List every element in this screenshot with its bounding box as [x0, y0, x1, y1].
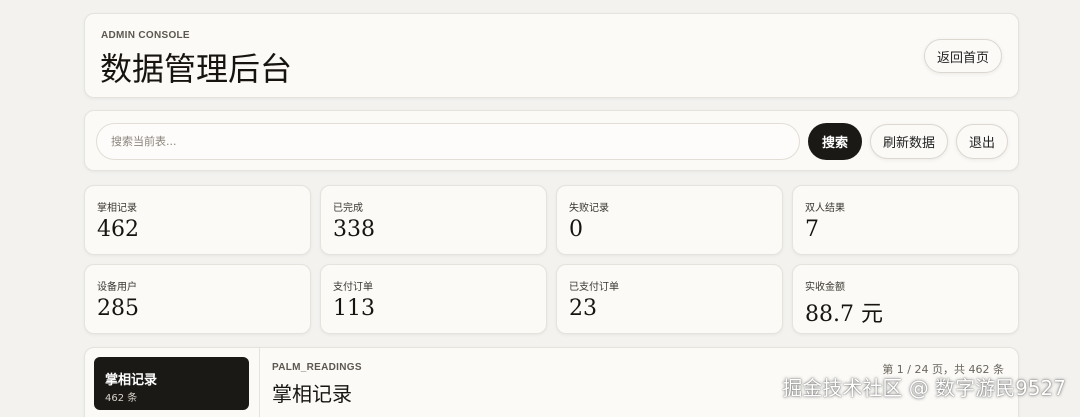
- stat-value: 285: [97, 296, 139, 321]
- stat-label: 失败记录: [569, 203, 609, 214]
- stat-label: 已完成: [333, 203, 363, 214]
- table-eyebrow: PALM_READINGS: [272, 362, 362, 373]
- refresh-button[interactable]: 刷新数据: [870, 124, 948, 159]
- toolbar: 搜索 刷新数据 退出: [84, 110, 1019, 171]
- header-eyebrow: ADMIN CONSOLE: [101, 30, 190, 41]
- stat-card-dual-results: 双人结果 7: [792, 185, 1019, 255]
- stat-value: 7: [805, 217, 819, 242]
- logout-button[interactable]: 退出: [956, 124, 1008, 159]
- page-title: 数据管理后台: [100, 50, 293, 88]
- stat-label: 设备用户: [97, 282, 137, 293]
- stat-card-paid-orders: 已支付订单 23: [556, 264, 783, 334]
- stat-value: 462: [97, 217, 139, 242]
- stat-card-revenue: 实收金额 88.7 元: [792, 264, 1019, 334]
- stat-label: 掌相记录: [97, 203, 137, 214]
- panel-divider: [259, 348, 260, 417]
- stat-value: 88.7 元: [805, 302, 883, 327]
- watermark: 掘金技术社区 @ 数字游民9527: [782, 376, 1066, 400]
- stat-label: 双人结果: [805, 203, 845, 214]
- stat-label: 实收金额: [805, 282, 845, 293]
- search-input[interactable]: [96, 123, 800, 160]
- stat-value: 113: [333, 296, 375, 321]
- stat-card-failed: 失败记录 0: [556, 185, 783, 255]
- stat-card-device-users: 设备用户 285: [84, 264, 311, 334]
- stat-card-completed: 已完成 338: [320, 185, 547, 255]
- table-title: 掌相记录: [272, 382, 352, 406]
- back-home-button[interactable]: 返回首页: [924, 39, 1002, 73]
- stat-card-palm-records: 掌相记录 462: [84, 185, 311, 255]
- stat-card-orders: 支付订单 113: [320, 264, 547, 334]
- table-nav-title: 掌相记录: [105, 373, 158, 388]
- table-nav-item-palm-readings[interactable]: 掌相记录 462 条: [94, 357, 249, 410]
- stat-value: 0: [569, 217, 583, 242]
- stat-value: 338: [333, 217, 375, 242]
- search-button[interactable]: 搜索: [808, 123, 862, 160]
- table-nav-count: 462 条: [105, 393, 138, 404]
- header-card: ADMIN CONSOLE 数据管理后台 返回首页: [84, 13, 1019, 98]
- stat-value: 23: [569, 296, 597, 321]
- stat-label: 支付订单: [333, 282, 373, 293]
- stat-label: 已支付订单: [569, 282, 619, 293]
